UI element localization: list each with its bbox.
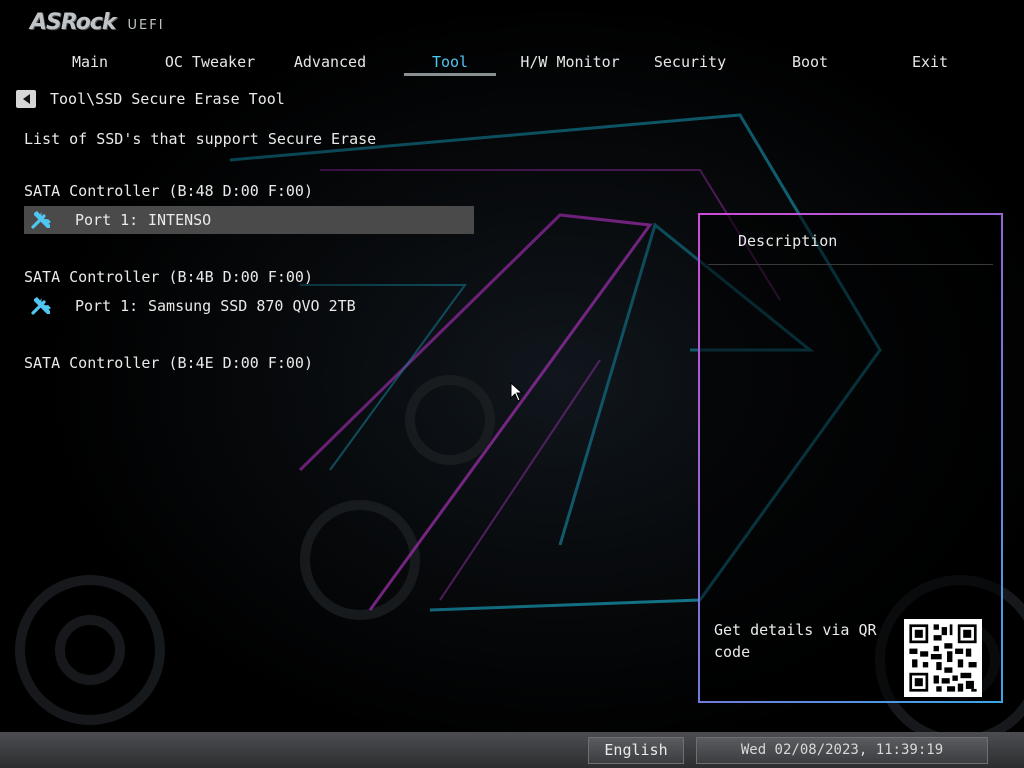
tab-oc-tweaker[interactable]: OC Tweaker: [150, 52, 270, 76]
product-name: UEFI: [127, 18, 165, 33]
main-tab-bar: Main OC Tweaker Advanced Tool H/W Monito…: [30, 52, 990, 80]
ssd-port-item-intenso[interactable]: Port 1: INTENSO: [24, 206, 474, 234]
port-label: Port 1:: [75, 297, 139, 315]
ssd-port-item-samsung[interactable]: Port 1: Samsung SSD 870 QVO 2TB: [24, 292, 474, 320]
tab-boot[interactable]: Boot: [750, 52, 870, 76]
datetime-display: Wed 02/08/2023, 11:39:19: [696, 737, 988, 764]
language-button[interactable]: English: [588, 737, 684, 764]
status-bar: English Wed 02/08/2023, 11:39:19: [0, 732, 1024, 768]
tools-icon: [31, 297, 51, 315]
tab-tool[interactable]: Tool: [390, 52, 510, 76]
qr-code-icon: [904, 619, 982, 697]
breadcrumb: Tool\SSD Secure Erase Tool: [16, 90, 285, 108]
device-name: Samsung SSD 870 QVO 2TB: [148, 297, 356, 315]
tab-exit[interactable]: Exit: [870, 52, 990, 76]
mouse-cursor-icon: [510, 382, 524, 402]
breadcrumb-path: Tool\SSD Secure Erase Tool: [50, 90, 285, 108]
tab-advanced[interactable]: Advanced: [270, 52, 390, 76]
tab-security[interactable]: Security: [630, 52, 750, 76]
page-subtitle: List of SSD's that support Secure Erase: [24, 130, 377, 148]
description-panel: Description Get details via QR code: [698, 213, 1003, 703]
description-title: Description: [738, 232, 838, 250]
divider: [708, 264, 993, 265]
port-label: Port 1:: [75, 211, 139, 229]
back-arrow-icon: [22, 94, 30, 104]
tab-hw-monitor[interactable]: H/W Monitor: [510, 52, 630, 76]
brand-name: ASRock: [30, 10, 117, 35]
tab-main[interactable]: Main: [30, 52, 150, 76]
device-name: INTENSO: [148, 211, 212, 229]
controller-label: SATA Controller (B:48 D:00 F:00): [24, 182, 313, 200]
controller-label: SATA Controller (B:4B D:00 F:00): [24, 268, 313, 286]
asrock-logo: ASRock UEFI: [30, 10, 165, 35]
qr-caption: Get details via QR code: [714, 621, 877, 661]
back-button[interactable]: [16, 90, 36, 108]
controller-label: SATA Controller (B:4E D:00 F:00): [24, 354, 313, 372]
tools-icon: [31, 211, 51, 229]
